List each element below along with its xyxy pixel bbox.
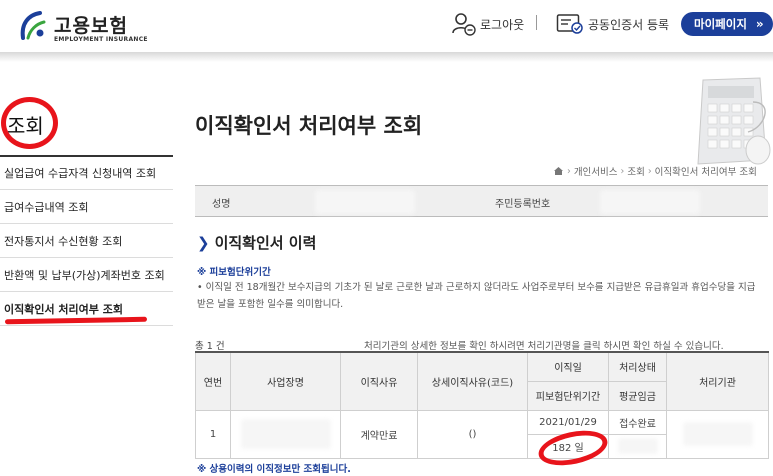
certificate-icon	[556, 14, 583, 34]
name-value-redacted	[315, 190, 415, 214]
header-period: 피보험단위기간	[527, 380, 609, 411]
footnote: ※ 상용이력의 이직정보만 조회됩니다.	[197, 464, 351, 475]
breadcrumb: › 개인서비스 › 조회 › 이직확인서 처리여부 조회	[553, 164, 757, 178]
name-label: 성명	[212, 199, 231, 210]
cell-company-redacted	[230, 409, 341, 459]
cell-no: 1	[195, 409, 231, 459]
mypage-button[interactable]: 마이페이지 »	[681, 12, 773, 36]
annotation-circle	[1, 97, 58, 149]
cell-agency-redacted[interactable]	[666, 409, 769, 459]
logo-icon	[20, 11, 46, 40]
cell-leave-date: 2021/01/29	[527, 409, 609, 435]
logo-title: 고용보험	[54, 15, 128, 37]
calculator-illustration	[697, 77, 771, 165]
cell-detail-reason: ()	[417, 409, 528, 459]
breadcrumb-inquiry[interactable]: 조회	[627, 164, 644, 178]
header-reason: 이직사유	[340, 351, 418, 411]
double-chevron-icon: »	[755, 17, 764, 31]
rrn-label: 주민등록번호	[495, 199, 551, 210]
header-shadow	[0, 52, 773, 62]
header-agency: 처리기관	[666, 351, 769, 411]
user-info-box: 성명 주민등록번호	[195, 185, 768, 217]
section-arrow-icon: ❯	[197, 233, 210, 252]
page: 고용보험 EMPLOYMENT INSURANCE 로그아웃 공동인증서 등록	[0, 0, 773, 476]
header-divider	[536, 15, 537, 30]
logo-subtitle: EMPLOYMENT INSURANCE	[54, 36, 148, 43]
note-text: • 이직일 전 18개월간 보수지급의 기초가 된 날로 근로한 날과 근로하지…	[197, 282, 756, 310]
table-row: 1 계약만료 () 2021/01/29 접수완료	[195, 409, 769, 459]
header-status: 처리상태	[608, 351, 667, 382]
breadcrumb-current[interactable]: 이직확인서 처리여부 조회	[655, 164, 757, 178]
logout-link[interactable]: 로그아웃	[450, 10, 524, 38]
certificate-register-label: 공동인증서 등록	[588, 17, 670, 32]
header-company: 사업장명	[230, 351, 341, 411]
sidebar-item-benefit-history[interactable]: 급여수급내역 조회	[0, 190, 173, 224]
page-title: 이직확인서 처리여부 조회	[195, 114, 423, 138]
result-count: 총 1 건	[195, 341, 225, 352]
note-heading: ※ 피보험단위기간	[197, 267, 271, 278]
agency-guide-text: 처리기관의 상세한 정보를 확인 하시려면 처리기관명을 클릭 하시면 확인 하…	[364, 341, 724, 352]
certificate-register-link[interactable]: 공동인증서 등록	[556, 10, 669, 38]
mypage-label: 마이페이지	[694, 17, 747, 31]
home-icon[interactable]	[553, 166, 564, 176]
cell-status: 접수완료	[608, 409, 667, 435]
sidebar-item-refund-account[interactable]: 반환액 및 납부(가상)계좌번호 조회	[0, 258, 173, 292]
site-header: 고용보험 EMPLOYMENT INSURANCE 로그아웃 공동인증서 등록	[0, 0, 773, 52]
section-title-text: 이직확인서 이력	[214, 234, 317, 252]
separation-history-table: 연번 사업장명 이직사유 상세이직사유(코드) 이직일 처리상태 처리기관 피보…	[195, 351, 769, 459]
section-title: ❯ 이직확인서 이력	[197, 232, 316, 253]
sidebar-item-benefit-application[interactable]: 실업급여 수급자격 신청내역 조회	[0, 156, 173, 190]
cell-avg-wage-redacted	[608, 433, 667, 459]
header-no: 연번	[195, 351, 231, 411]
sidebar-item-e-notice[interactable]: 전자통지서 수신현황 조회	[0, 224, 173, 258]
logout-label: 로그아웃	[480, 17, 525, 32]
site-logo[interactable]: 고용보험 EMPLOYMENT INSURANCE	[14, 6, 148, 46]
header-detail-reason: 상세이직사유(코드)	[417, 351, 528, 411]
logout-icon	[452, 13, 476, 36]
header-avg-wage: 평균임금	[608, 380, 667, 411]
breadcrumb-personal-service[interactable]: 개인서비스	[574, 164, 618, 178]
rrn-value-redacted	[600, 190, 700, 214]
header-leave-date: 이직일	[527, 351, 609, 382]
cell-reason: 계약만료	[340, 409, 418, 459]
